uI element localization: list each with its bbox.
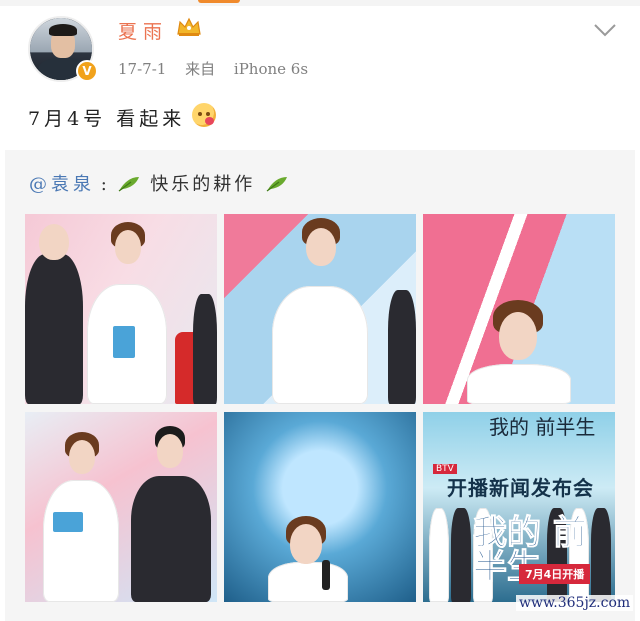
photo-6[interactable]: 我的 前半生 BTV 开播新闻发布会 我的 前半生 7月4日开播: [423, 412, 615, 602]
photo-2[interactable]: [224, 214, 416, 404]
leaf-icon: [266, 177, 288, 192]
poster-event: 开播新闻发布会: [447, 476, 594, 500]
verified-badge-icon: V: [76, 60, 98, 82]
top-divider: [0, 0, 640, 6]
mention-link[interactable]: @袁泉: [29, 174, 95, 195]
post-source-label: 来自: [185, 60, 216, 78]
username[interactable]: 夏雨: [118, 17, 168, 44]
photo-5[interactable]: [224, 412, 416, 602]
watermark: www.365jz.com: [516, 595, 634, 611]
post-meta: 17-7-1 来自 iPhone 6s: [118, 58, 322, 79]
photo-1[interactable]: [25, 214, 217, 404]
post-text: 7月4号 看起来: [28, 108, 186, 130]
crown-icon: [177, 17, 201, 36]
repost-body: 快乐的耕作: [150, 174, 256, 195]
repost-card[interactable]: @袁泉 : 快乐的耕作 我的 前半生 BTV 开播新闻发布会 我的 前半生 7月…: [5, 150, 635, 621]
repost-text: @袁泉 : 快乐的耕作: [29, 170, 293, 196]
yum-face-icon: [192, 103, 216, 127]
chevron-down-icon[interactable]: [592, 22, 618, 38]
repost-separator: :: [100, 174, 107, 195]
poster-date: 7月4日开播: [519, 564, 591, 584]
leaf-icon: [118, 177, 139, 192]
photo-4[interactable]: [25, 412, 217, 602]
photo-3[interactable]: [423, 214, 615, 404]
poster-title: 我的 前半生: [489, 415, 596, 439]
post-date[interactable]: 17-7-1: [118, 60, 166, 78]
tab-indicator: [198, 0, 240, 3]
post-device[interactable]: iPhone 6s: [234, 60, 308, 78]
